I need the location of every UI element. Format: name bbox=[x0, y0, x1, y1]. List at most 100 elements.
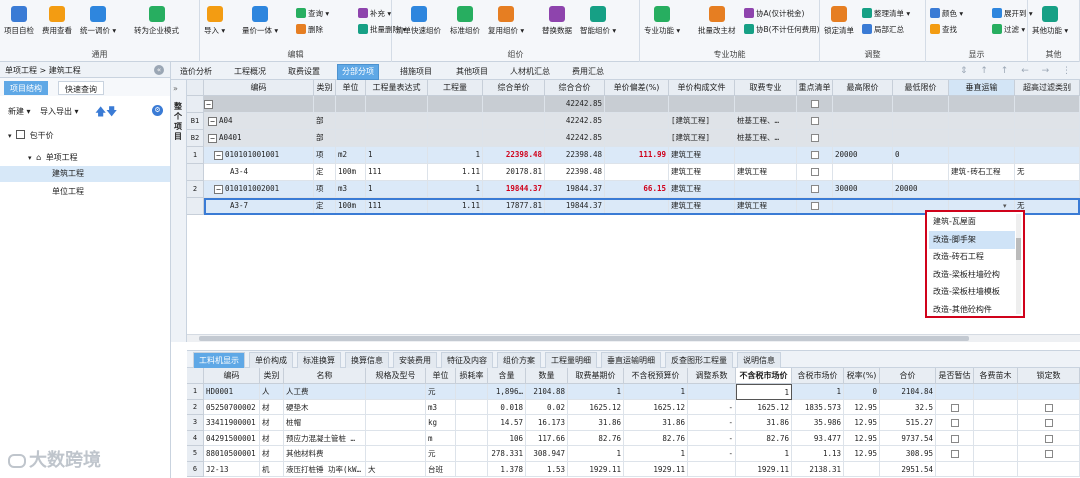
dropdown-option[interactable]: 改造-其他砼构件 bbox=[929, 301, 1015, 319]
grid-cell[interactable] bbox=[1015, 113, 1080, 130]
grid-cell[interactable] bbox=[483, 96, 545, 113]
column-header[interactable]: 编码 bbox=[204, 80, 314, 96]
grid-cell[interactable]: 12.95 bbox=[844, 430, 880, 446]
grid-cell[interactable]: 1.13 bbox=[792, 446, 844, 462]
grid-cell[interactable]: 部 bbox=[314, 113, 336, 130]
grid-cell[interactable] bbox=[833, 164, 893, 181]
grid-cell[interactable] bbox=[893, 113, 949, 130]
bottom-tab[interactable]: 垂直运输明细 bbox=[601, 352, 661, 368]
grid-cell[interactable]: − A04 bbox=[204, 113, 314, 130]
grid-cell[interactable]: 1 bbox=[792, 384, 844, 400]
grid-cell[interactable]: 机 bbox=[260, 461, 284, 477]
grid-cell[interactable]: 元 bbox=[426, 384, 456, 400]
grid-cell[interactable] bbox=[949, 181, 1015, 198]
grid-cell[interactable]: 19844.37 bbox=[483, 181, 545, 198]
grid-cell[interactable] bbox=[456, 384, 488, 400]
grid-cell[interactable]: 35.986 bbox=[792, 415, 844, 431]
grid-cell[interactable]: 1929.11 bbox=[624, 461, 688, 477]
grid-cell[interactable]: 42242.85 bbox=[545, 113, 605, 130]
row-header[interactable]: 2 bbox=[187, 399, 204, 415]
key-list-checkbox[interactable] bbox=[810, 134, 819, 142]
dropdown-option[interactable]: 改造-脚手架 bbox=[929, 230, 1015, 249]
column-header[interactable]: 调整系数 bbox=[688, 368, 736, 384]
grid-cell[interactable] bbox=[366, 130, 428, 147]
collapse-toggle-icon[interactable]: − bbox=[214, 184, 223, 194]
ribbon-small-button[interactable]: 查找 bbox=[930, 24, 957, 35]
doc-tab[interactable]: 人材机汇总 bbox=[505, 64, 555, 80]
bottom-tab[interactable]: 单价构成 bbox=[249, 352, 293, 368]
grid-cell[interactable]: 22398.48 bbox=[483, 147, 545, 164]
column-header[interactable]: 不含税市场价 bbox=[736, 368, 792, 384]
ribbon-button[interactable]: 费用查看 bbox=[42, 6, 72, 36]
row-header[interactable] bbox=[187, 96, 204, 113]
grid-cell[interactable]: −010101002001 bbox=[204, 181, 314, 198]
grid-cell[interactable] bbox=[366, 415, 426, 431]
key-list-checkbox[interactable] bbox=[810, 202, 819, 210]
ribbon-button[interactable]: 统一调价 ▾ bbox=[80, 6, 116, 36]
grid-cell[interactable]: - bbox=[688, 446, 736, 462]
grid-cell[interactable] bbox=[797, 113, 833, 130]
expand-icon[interactable]: ▾ bbox=[8, 132, 12, 140]
collapse-toggle-icon[interactable]: − bbox=[204, 99, 213, 109]
doc-tab[interactable]: 措施项目 bbox=[395, 64, 437, 80]
grid-cell[interactable] bbox=[605, 164, 669, 181]
row-header[interactable] bbox=[187, 164, 204, 181]
grid-cell[interactable]: - bbox=[688, 415, 736, 431]
grid-cell[interactable]: 308.95 bbox=[880, 446, 936, 462]
grid-cell[interactable] bbox=[833, 130, 893, 147]
collapse-toggle-icon[interactable]: − bbox=[208, 116, 217, 126]
column-header[interactable]: 综合合价 bbox=[545, 80, 605, 96]
grid-cell[interactable]: 1,896… bbox=[488, 384, 526, 400]
grid-cell[interactable] bbox=[797, 181, 833, 198]
grid-cell[interactable] bbox=[974, 399, 1018, 415]
grid-cell[interactable] bbox=[336, 96, 366, 113]
bottom-tab[interactable]: 工程量明细 bbox=[545, 352, 597, 368]
row-header[interactable]: 6 bbox=[187, 461, 204, 477]
grid-cell[interactable]: 31.86 bbox=[568, 415, 624, 431]
grid-cell[interactable]: 1 bbox=[624, 384, 688, 400]
grid-cell[interactable]: 1929.11 bbox=[568, 461, 624, 477]
ribbon-button[interactable]: 量价一体 ▾ bbox=[242, 6, 278, 36]
grid-cell[interactable] bbox=[1018, 446, 1080, 462]
row-header[interactable]: 3 bbox=[187, 415, 204, 431]
grid-cell[interactable] bbox=[605, 113, 669, 130]
grid-cell[interactable]: 元 bbox=[426, 446, 456, 462]
doc-tab[interactable]: 费用汇总 bbox=[567, 64, 609, 80]
grid-cell[interactable]: 16.173 bbox=[526, 415, 568, 431]
row-header[interactable]: 2 bbox=[187, 181, 204, 198]
grid-cell[interactable]: 9737.54 bbox=[880, 430, 936, 446]
grid-cell[interactable]: 82.76 bbox=[736, 430, 792, 446]
column-header[interactable]: 名称 bbox=[284, 368, 366, 384]
grid-cell[interactable] bbox=[669, 96, 735, 113]
tab-project-structure[interactable]: 项目结构 bbox=[4, 81, 48, 95]
grid-cell[interactable]: 22398.48 bbox=[545, 164, 605, 181]
column-header[interactable]: 不含税预算价 bbox=[624, 368, 688, 384]
grid-cell[interactable]: 1 bbox=[736, 446, 792, 462]
grid-cell[interactable] bbox=[833, 113, 893, 130]
ribbon-button[interactable]: 专业功能 ▾ bbox=[644, 6, 680, 36]
grid-cell[interactable]: 建筑工程 bbox=[735, 164, 797, 181]
grid-cell[interactable]: 1929.11 bbox=[736, 461, 792, 477]
grid-cell[interactable]: 82.76 bbox=[624, 430, 688, 446]
ribbon-small-button[interactable]: 展开到 ▾ bbox=[992, 8, 1033, 19]
grid-cell[interactable]: 建筑工程 bbox=[669, 181, 735, 198]
grid-cell[interactable]: 88010500001 bbox=[204, 446, 260, 462]
grid-cell[interactable]: 1 bbox=[624, 446, 688, 462]
grid-cell[interactable] bbox=[797, 130, 833, 147]
grid-cell[interactable]: 人工费 bbox=[284, 384, 366, 400]
ribbon-button[interactable]: 转为企业模式 bbox=[134, 6, 179, 36]
grid-cell[interactable]: 1.378 bbox=[488, 461, 526, 477]
grid-cell[interactable] bbox=[974, 430, 1018, 446]
grid-cell[interactable]: 278.331 bbox=[488, 446, 526, 462]
bottom-tab[interactable]: 特征及内容 bbox=[441, 352, 493, 368]
grid-cell[interactable] bbox=[974, 461, 1018, 477]
grid-cell[interactable]: - bbox=[688, 399, 736, 415]
grid-cell[interactable] bbox=[456, 446, 488, 462]
grid-cell[interactable]: m bbox=[426, 430, 456, 446]
ribbon-button[interactable]: 其他功能 ▾ bbox=[1032, 6, 1068, 36]
collapse-icon[interactable]: « bbox=[154, 65, 164, 75]
grid-cell[interactable] bbox=[949, 130, 1015, 147]
grid-cell[interactable]: 桩基工程、… bbox=[735, 130, 797, 147]
column-header[interactable]: 数量 bbox=[526, 368, 568, 384]
column-header[interactable]: 编码 bbox=[204, 368, 260, 384]
